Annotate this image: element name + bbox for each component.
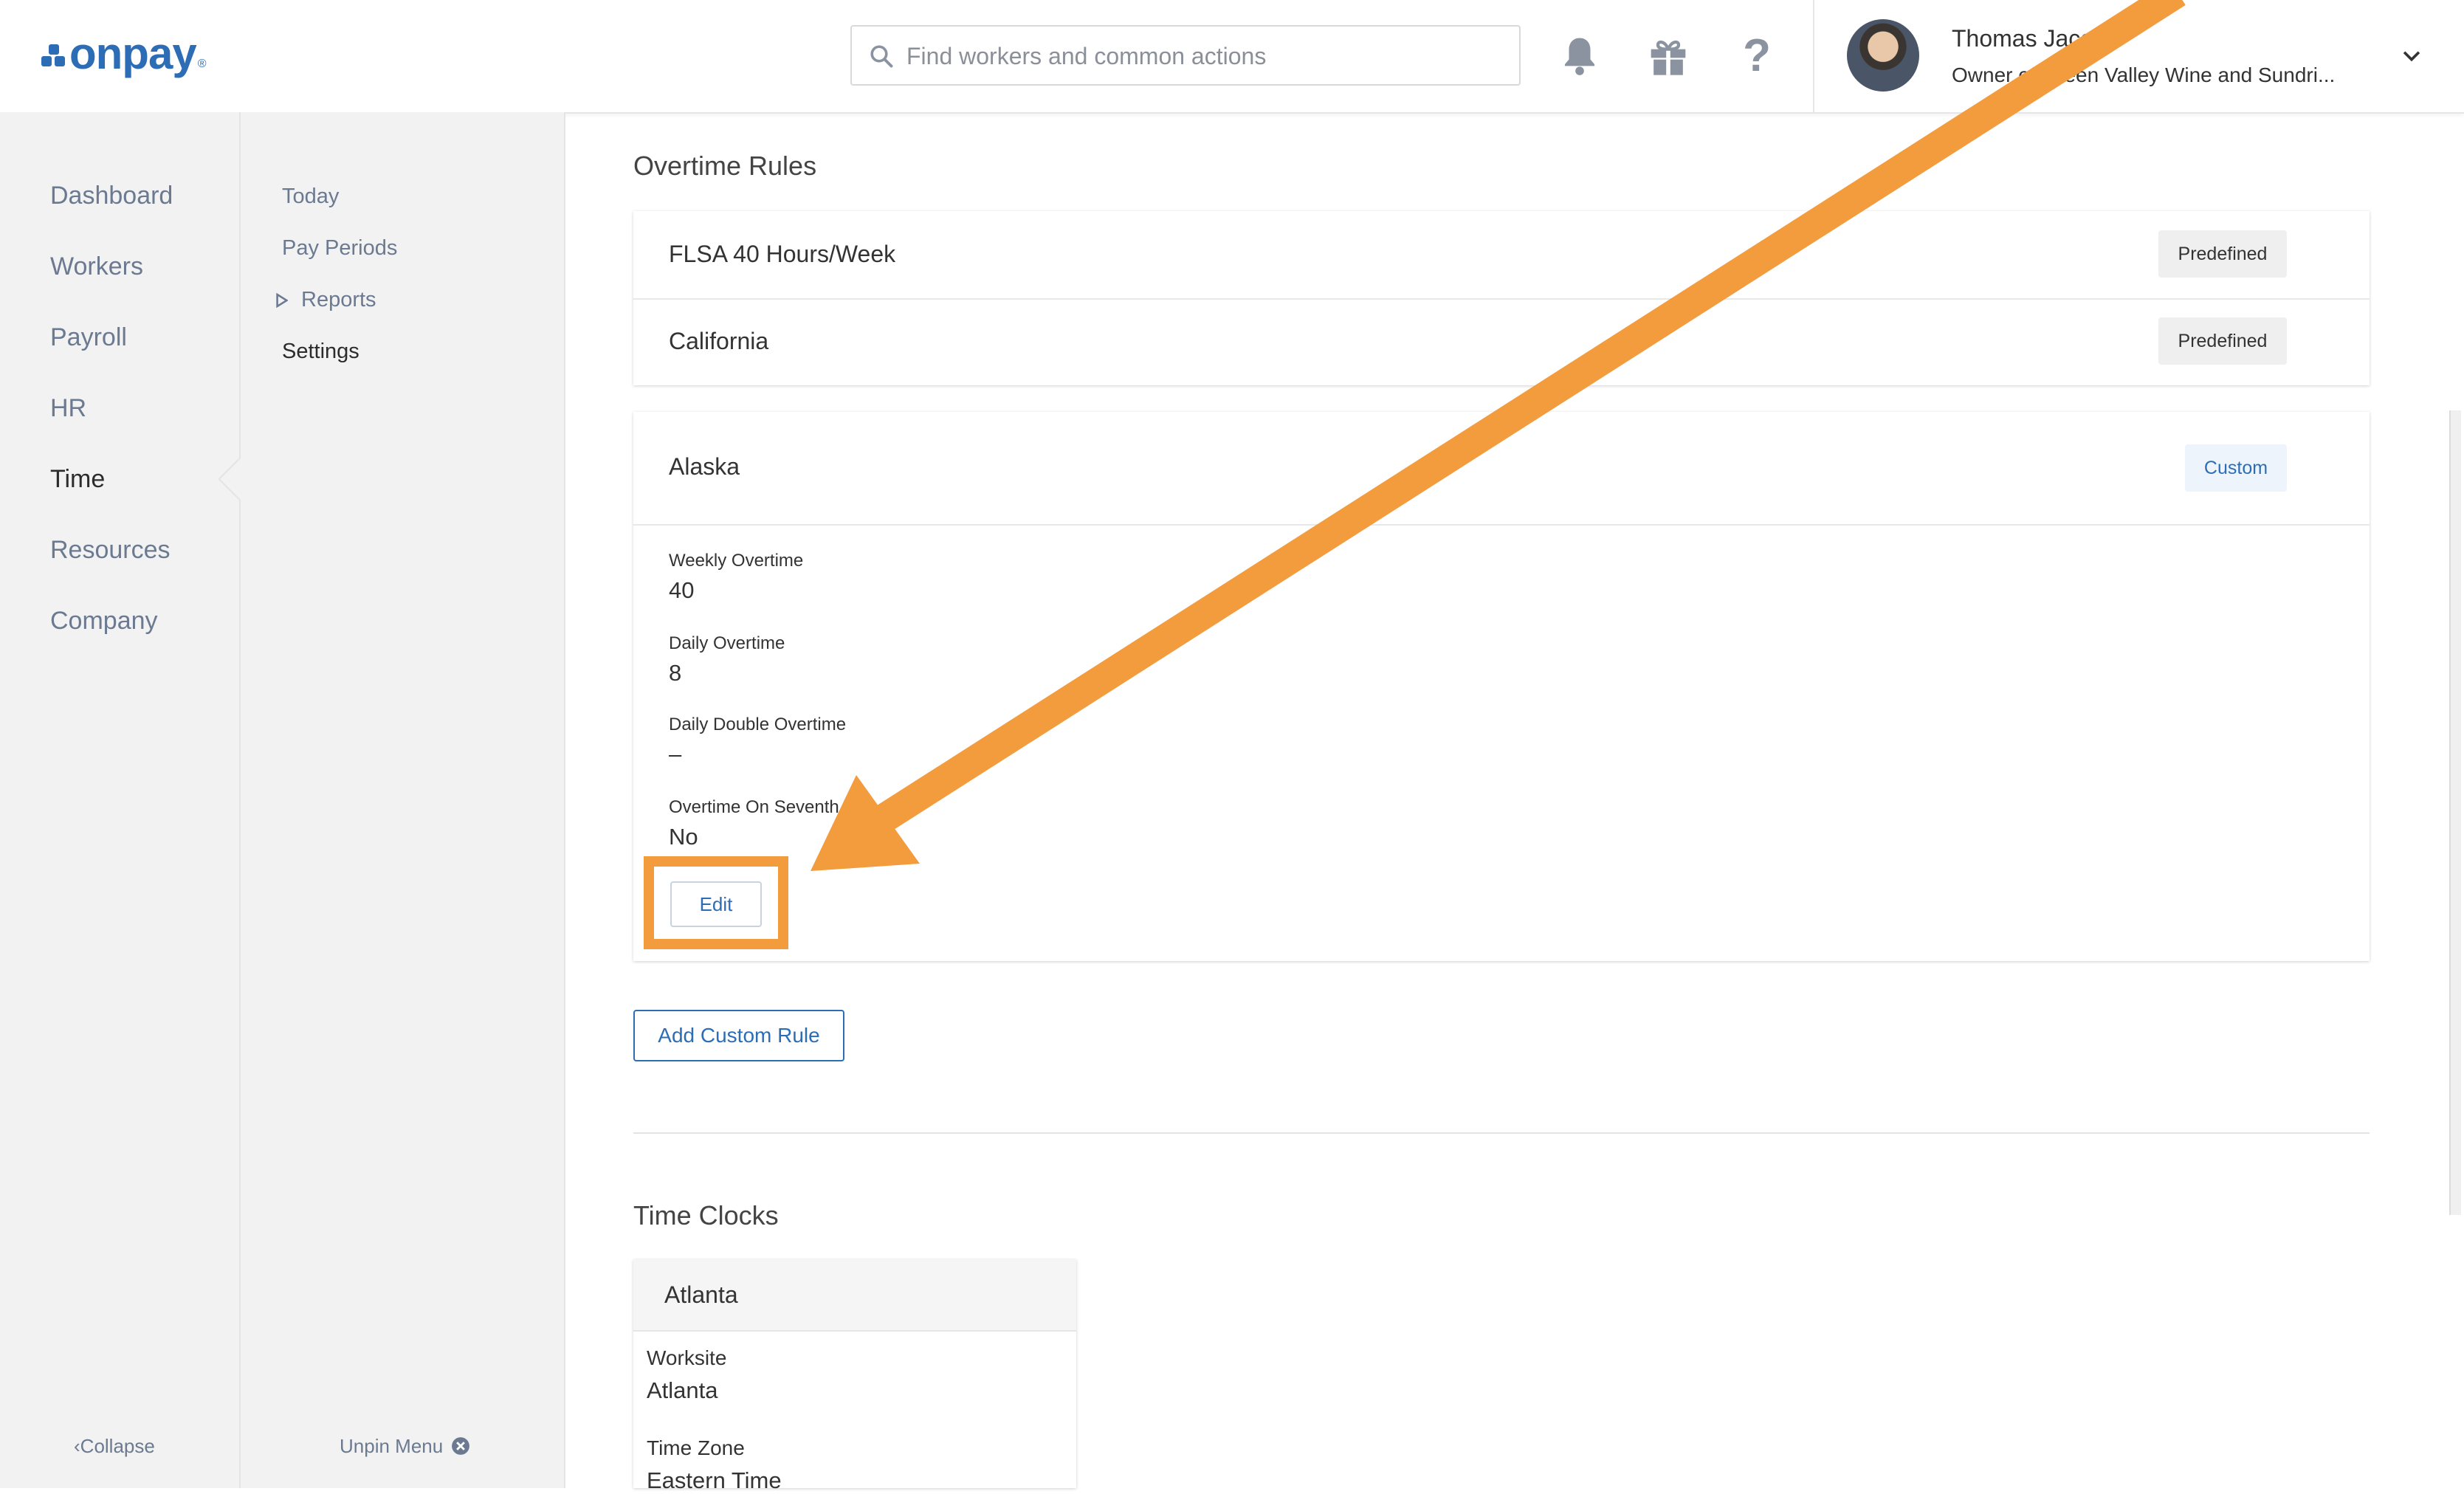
user-menu[interactable]: Thomas Jacobs Owner of Green Valley Wine… [1813,0,2464,112]
subnav-item-pay-periods[interactable]: Pay Periods [282,236,397,261]
time-clock-name: Atlanta [664,1281,738,1308]
subnav-item-label: Reports [301,288,376,311]
nav-item-hr[interactable]: HR [50,394,86,423]
bell-icon[interactable] [1558,34,1602,78]
top-bar: onpay ® ? Thomas Jacobs Owner of Green V… [0,0,2464,114]
predefined-badge: Predefined [2158,230,2287,278]
timezone-value: Eastern Time [647,1467,782,1493]
overtime-rules-title: Overtime Rules [633,151,817,181]
custom-badge: Custom [2185,444,2287,492]
close-circle-icon [452,1437,470,1455]
subnav-item-settings[interactable]: Settings [282,340,359,364]
seventh-day-overtime-value: No [669,824,698,850]
worksite-label: Worksite [647,1346,727,1369]
main-sidebar [0,112,241,1488]
logo-mark [41,38,66,68]
rule-name: FLSA 40 Hours/Week [669,241,896,267]
rule-row-california[interactable]: California Predefined [633,298,2370,385]
nav-item-time[interactable]: Time [50,465,105,494]
timezone-label: Time Zone [647,1436,745,1459]
seventh-day-overtime-label: Overtime On Seventh Day [669,797,876,817]
daily-double-overtime-label: Daily Double Overtime [669,715,847,734]
nav-item-resources[interactable]: Resources [50,536,171,565]
logo-registered-mark: ® [197,58,207,70]
caret-right-icon [276,293,289,309]
worksite-value: Atlanta [647,1377,718,1403]
custom-rule-card: Alaska Custom Weekly Overtime 40 Daily O… [633,412,2370,961]
user-name: Thomas Jacobs [1952,25,2119,52]
nav-item-payroll[interactable]: Payroll [50,323,127,352]
subnav-item-reports[interactable]: Reports [276,288,376,312]
time-clock-card[interactable]: Atlanta Worksite Atlanta Time Zone Easte… [633,1259,1076,1493]
collapse-label: Collapse [80,1435,155,1457]
help-icon[interactable]: ? [1735,33,1779,79]
subnav-item-today[interactable]: Today [282,185,339,209]
daily-overtime-label: Daily Overtime [669,633,785,653]
unpin-menu-button[interactable]: Unpin Menu [340,1435,470,1458]
daily-overtime-value: 8 [669,660,682,686]
chevron-down-icon[interactable] [2399,43,2424,68]
chevron-left-icon: ‹ [74,1435,80,1457]
time-clocks-title: Time Clocks [633,1200,779,1230]
sub-sidebar [241,112,565,1488]
weekly-overtime-value: 40 [669,577,695,603]
predefined-rules-card: FLSA 40 Hours/Week Predefined California… [633,211,2370,385]
scrollbar[interactable] [2449,410,2461,1215]
nav-item-company[interactable]: Company [50,607,158,636]
rule-row-alaska[interactable]: Alaska Custom [633,412,2370,526]
rule-name: California [669,328,769,354]
edit-button[interactable]: Edit [670,881,762,927]
time-clock-header: Atlanta [633,1259,1076,1332]
rule-name: Alaska [669,453,740,480]
logo-text: onpay [69,28,197,78]
search-box[interactable] [850,25,1521,86]
predefined-badge: Predefined [2158,317,2287,365]
avatar [1847,19,1919,92]
rule-row-flsa[interactable]: FLSA 40 Hours/Week Predefined [633,211,2370,300]
section-divider [633,1132,2370,1134]
search-icon [870,45,893,68]
user-company: Owner of Green Valley Wine and Sundri... [1952,63,2336,86]
add-custom-rule-button[interactable]: Add Custom Rule [633,1010,844,1061]
gift-icon[interactable] [1646,34,1690,78]
nav-item-dashboard[interactable]: Dashboard [50,182,173,210]
weekly-overtime-label: Weekly Overtime [669,551,804,571]
daily-double-overtime-value: – [669,741,682,767]
search-input[interactable] [905,27,1513,86]
collapse-button[interactable]: ‹Collapse [74,1435,155,1458]
nav-item-workers[interactable]: Workers [50,252,143,281]
onpay-logo[interactable]: onpay ® [41,27,207,80]
unpin-label: Unpin Menu [340,1435,444,1457]
